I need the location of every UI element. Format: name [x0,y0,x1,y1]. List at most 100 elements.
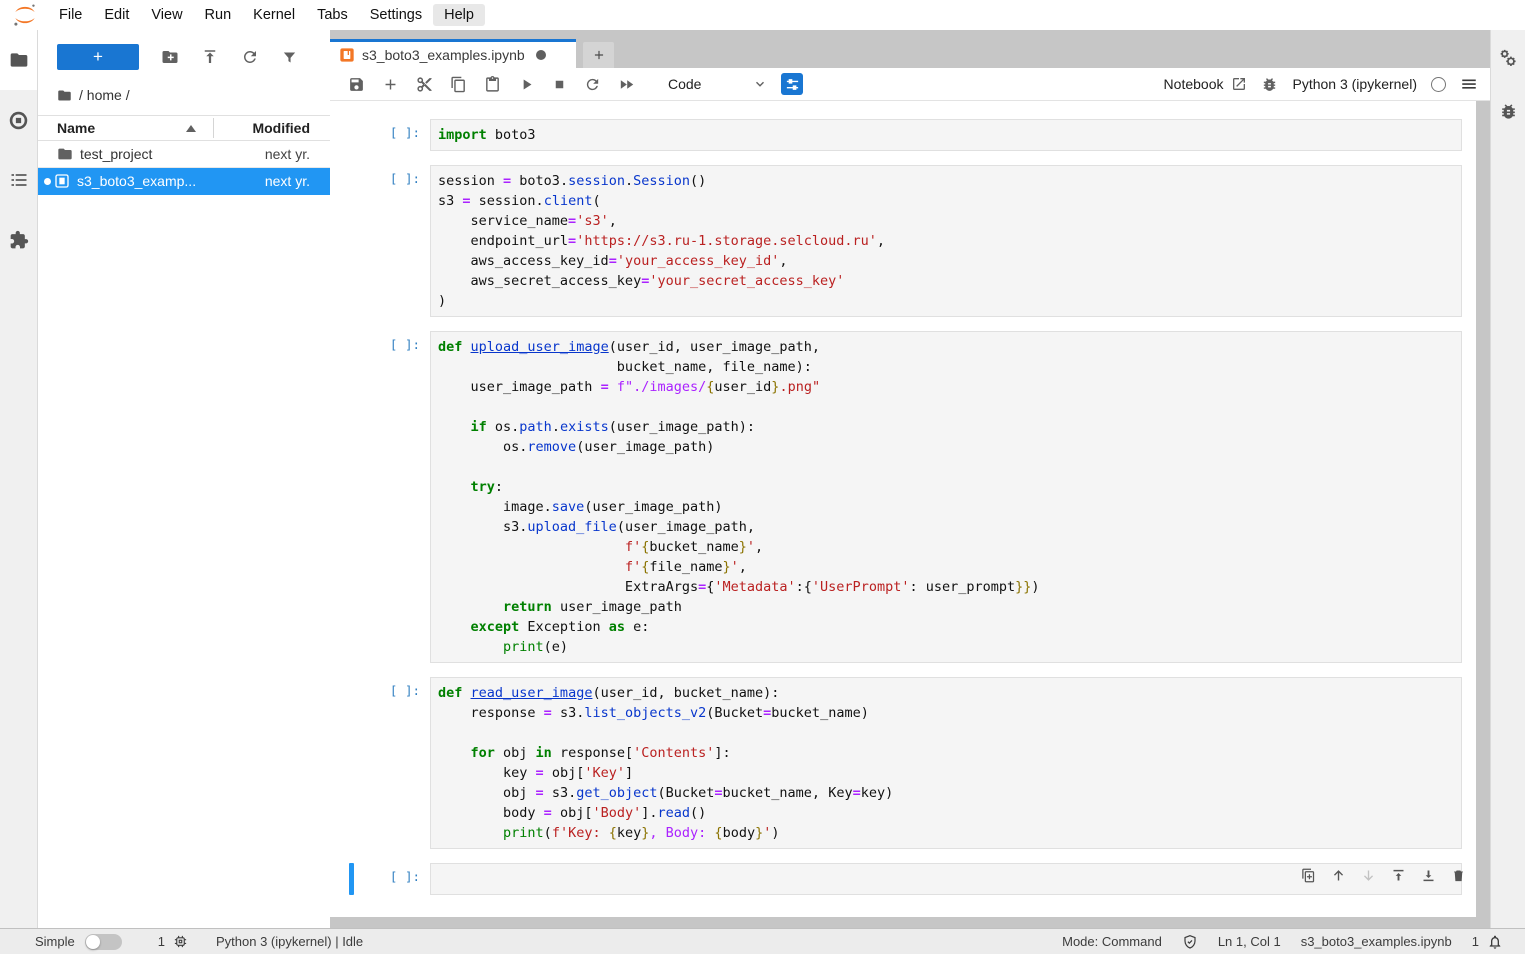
cell-type-dropdown[interactable]: Code [668,76,767,92]
sidebar-tab-running[interactable] [0,90,37,150]
refresh-button[interactable] [241,48,259,66]
cell-code-editor[interactable]: def upload_user_image(user_id, user_imag… [430,331,1462,663]
cell-code-editor[interactable]: session = boto3.session.Session()s3 = se… [430,165,1462,317]
insert-cell-above-button[interactable] [1391,868,1406,883]
kernel-sessions-indicator[interactable]: 1 [158,934,188,949]
plus-icon [382,76,399,93]
restart-run-all-button[interactable] [618,76,635,93]
dock-tab-bar: s3_boto3_examples.ipynb [330,39,1490,68]
sidebar-tab-files[interactable] [0,30,37,90]
copy-cell-button[interactable] [450,76,467,93]
menu-edit[interactable]: Edit [93,4,140,26]
sort-ascending-icon [186,125,196,132]
cut-cell-button[interactable] [416,76,433,93]
column-header-name[interactable]: Name [38,120,95,136]
menu-help[interactable]: Help [433,4,485,26]
insert-cell-button[interactable] [382,76,399,93]
kernel-name[interactable]: Python 3 (ipykernel) [1292,76,1417,92]
notifications-indicator[interactable]: 1 [1472,934,1503,950]
chip-icon [173,934,188,949]
right-sidebar [1490,30,1525,928]
duplicate-cell-button[interactable] [1301,868,1316,883]
interrupt-kernel-button[interactable] [552,77,567,92]
run-cell-button[interactable] [518,76,535,93]
bug-icon [1499,102,1518,121]
move-up-icon [1331,868,1346,883]
notebook-mode-label: Notebook [1164,76,1224,92]
file-modified: next yr. [265,173,310,189]
status-left: Simple 1 Python 3 (ipykernel) | Idle [0,934,363,950]
restart-kernel-button[interactable] [584,76,601,93]
trash-icon [1451,868,1466,883]
file-modified: next yr. [265,146,310,162]
move-cell-up-button[interactable] [1331,868,1346,883]
folder-icon [57,88,72,103]
run-icon [518,76,535,93]
bug-icon[interactable] [1261,76,1278,93]
notebook-cells: [ ]:import boto3[ ]:session = boto3.sess… [330,119,1476,849]
new-folder-button[interactable] [161,48,179,66]
hamburger-icon[interactable] [1460,75,1478,93]
status-filename: s3_boto3_examples.ipynb [1301,934,1452,949]
cursor-position[interactable]: Ln 1, Col 1 [1218,934,1281,949]
cell-input-prompt: [ ]: [330,119,430,151]
cell-code-editor[interactable]: import boto3 [430,119,1462,151]
file-list-header: Name Modified [38,115,330,141]
file-row-folder[interactable]: test_project next yr. [38,141,330,168]
paste-icon [484,76,501,93]
main-dock-panel: s3_boto3_examples.ipynb Code Notebook Py… [330,30,1490,928]
toggle-knob [86,935,100,949]
tab-dirty-dot [536,50,546,60]
file-name: test_project [80,146,152,162]
sidebar-tab-property-inspector[interactable] [1498,48,1518,68]
notebook-file-icon [339,47,355,63]
plus-icon [592,48,606,62]
simple-mode-toggle[interactable] [85,934,122,950]
sidebar-tab-extensions[interactable] [0,210,37,270]
format-icon [785,77,800,92]
menu-tabs[interactable]: Tabs [306,4,359,26]
folder-icon [9,50,29,70]
save-button[interactable] [348,76,365,93]
stop-icon [552,77,567,92]
file-row-notebook-selected[interactable]: s3_boto3_examp... next yr. [38,168,330,195]
run-all-icon [618,76,635,93]
new-tab-button[interactable] [583,42,614,68]
breadcrumb-path: / home / [79,87,130,103]
column-header-modified[interactable]: Modified [252,120,310,136]
cell-input-prompt: [ ]: [330,677,430,849]
move-cell-down-button [1361,868,1376,883]
notebook-cell: [ ]:import boto3 [330,119,1476,151]
paste-cell-button[interactable] [484,76,501,93]
filter-button[interactable] [281,49,298,66]
format-code-button[interactable] [781,73,803,95]
status-bar: Simple 1 Python 3 (ipykernel) | Idle Mod… [0,928,1525,954]
external-link-icon[interactable] [1231,76,1247,92]
kernel-status-icon[interactable] [1431,77,1446,92]
upload-button[interactable] [201,48,219,66]
file-browser-panel: + / home / Name Modified test_project ne… [38,30,330,928]
delete-cell-button[interactable] [1451,868,1466,883]
notebook-cell: [ ]:def read_user_image(user_id, bucket_… [330,677,1476,849]
notebook-tab[interactable]: s3_boto3_examples.ipynb [330,39,576,68]
insert-cell-below-button[interactable] [1421,868,1436,883]
breadcrumb[interactable]: / home / [38,70,330,103]
duplicate-icon [1301,868,1316,883]
simple-mode-label: Simple [35,934,75,949]
shield-icon[interactable] [1182,934,1198,950]
sidebar-tab-debugger[interactable] [1499,102,1518,121]
cell-type-value: Code [668,76,701,92]
sidebar-tab-toc[interactable] [0,150,37,210]
command-mode-indicator[interactable]: Mode: Command [1062,934,1162,949]
cell-code-editor[interactable] [430,863,1462,895]
new-launcher-button[interactable]: + [57,44,139,70]
kernel-status-text[interactable]: Python 3 (ipykernel) | Idle [216,934,363,949]
menu-kernel[interactable]: Kernel [242,4,306,26]
menu-settings[interactable]: Settings [359,4,433,26]
folder-icon [57,146,73,162]
chevron-down-icon [753,77,767,91]
cell-code-editor[interactable]: def read_user_image(user_id, bucket_name… [430,677,1462,849]
menu-file[interactable]: File [48,4,93,26]
menu-run[interactable]: Run [194,4,243,26]
menu-view[interactable]: View [140,4,193,26]
